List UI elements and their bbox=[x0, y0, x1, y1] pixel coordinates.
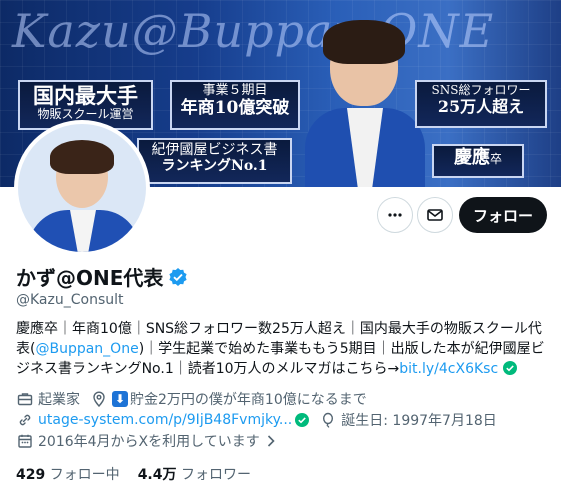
profile-meta-row-3[interactable]: 2016年4月からXを利用しています bbox=[16, 431, 284, 451]
bio: 慶應卒｜年商10億｜SNS総フォロワー数25万人超え｜国内最大手の物販スクール代… bbox=[16, 319, 551, 379]
followers-stat[interactable]: 4.4万 フォロワー bbox=[138, 464, 251, 484]
bio-mention-link[interactable]: @Buppan_One bbox=[35, 341, 138, 357]
message-button[interactable] bbox=[417, 197, 453, 233]
profile-birthday: 誕生日: 1997年7月18日 bbox=[341, 413, 497, 429]
link-icon bbox=[16, 411, 34, 429]
chevron-right-icon bbox=[262, 432, 280, 450]
verified-badge-icon[interactable] bbox=[168, 267, 188, 287]
banner-person-photo bbox=[305, 20, 425, 187]
following-label: フォロー中 bbox=[49, 467, 120, 483]
followers-count: 4.4万 bbox=[137, 467, 177, 483]
profile-location: 貯金2万円の僕が年商10億になるまで bbox=[130, 392, 367, 408]
profile-website-link[interactable]: utage-system.com/p/9IjB48Fvmjky... bbox=[38, 412, 292, 428]
display-name: かず@ONE代表 bbox=[16, 266, 164, 290]
down-arrow-emoji-icon: ⬇ bbox=[112, 391, 128, 407]
following-count: 429 bbox=[16, 467, 46, 483]
handle: @Kazu_Consult bbox=[16, 292, 124, 308]
more-options-button[interactable] bbox=[377, 197, 413, 233]
briefcase-icon bbox=[16, 390, 34, 408]
follow-stats: 429 フォロー中 4.4万 フォロワー bbox=[16, 464, 251, 484]
envelope-icon bbox=[427, 209, 443, 221]
following-stat[interactable]: 429 フォロー中 bbox=[16, 464, 120, 484]
verified-link-icon bbox=[502, 361, 517, 375]
profile-joined-date: 2016年4月からXを利用しています bbox=[38, 434, 260, 450]
location-pin-icon bbox=[90, 390, 108, 408]
banner-badge-revenue: 事業５期目 年商10億突破 bbox=[170, 80, 300, 130]
profile-meta-row-2: utage-system.com/p/9IjB48Fvmjky... 誕生日: … bbox=[16, 410, 497, 430]
follow-button[interactable]: フォロー bbox=[459, 197, 547, 233]
verified-link-icon bbox=[295, 413, 310, 427]
banner-badge-keio: 慶應卒 bbox=[432, 144, 524, 178]
banner-badge-followers: SNS総フォロワー 25万人超え bbox=[415, 80, 547, 128]
profile-category: 起業家 bbox=[38, 392, 80, 408]
name-row: かず@ONE代表 bbox=[16, 262, 188, 291]
balloon-icon bbox=[319, 411, 337, 429]
bio-url-link[interactable]: bit.ly/4cX6Ksc bbox=[399, 361, 498, 377]
banner-badge-book: 紀伊國屋ビジネス書 ランキングNo.1 bbox=[137, 138, 292, 184]
profile-meta-row-1: 起業家 ⬇ 貯金2万円の僕が年商10億になるまで bbox=[16, 389, 367, 409]
followers-label: フォロワー bbox=[180, 467, 251, 483]
calendar-icon bbox=[16, 432, 34, 450]
avatar[interactable] bbox=[14, 120, 150, 256]
more-dots-icon bbox=[388, 213, 402, 217]
